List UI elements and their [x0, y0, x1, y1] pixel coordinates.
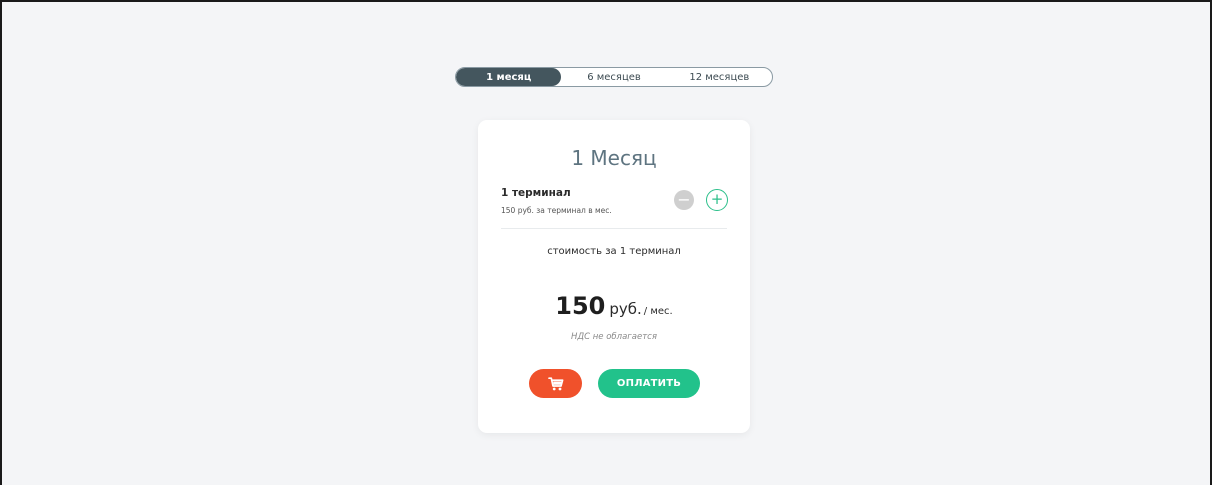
decrease-terminals-button[interactable]: − [674, 190, 694, 210]
card-title: 1 Месяц [571, 146, 657, 170]
vat-note: НДС не облагается [571, 332, 657, 342]
price: 150 руб. / мес. [478, 292, 750, 320]
price-period: / мес. [643, 306, 673, 317]
pay-button[interactable]: ОПЛАТИТЬ [598, 369, 700, 398]
tab-12-months[interactable]: 12 месяцев [667, 68, 772, 86]
add-to-cart-button[interactable] [529, 369, 582, 398]
cost-label: стоимость за 1 терминал [547, 246, 681, 257]
price-amount: 150 [555, 292, 606, 320]
cart-icon [547, 376, 563, 390]
period-switcher: 1 месяц 6 месяцев 12 месяцев [455, 67, 773, 87]
price-currency: руб. [609, 300, 642, 318]
increase-terminals-button[interactable]: + [706, 189, 728, 211]
tariff-card: 1 Месяц 1 терминал 150 руб. за терминал … [478, 120, 750, 433]
tab-6-months[interactable]: 6 месяцев [561, 68, 666, 86]
divider [501, 228, 727, 229]
terminal-count: 1 терминал [501, 187, 571, 199]
terminal-unit-price: 150 руб. за терминал в мес. [501, 206, 612, 215]
terminal-row: 1 терминал 150 руб. за терминал в мес. −… [501, 186, 728, 226]
page-background: 1 месяц 6 месяцев 12 месяцев 1 Месяц 1 т… [0, 0, 1212, 485]
tab-1-month[interactable]: 1 месяц [456, 68, 562, 86]
